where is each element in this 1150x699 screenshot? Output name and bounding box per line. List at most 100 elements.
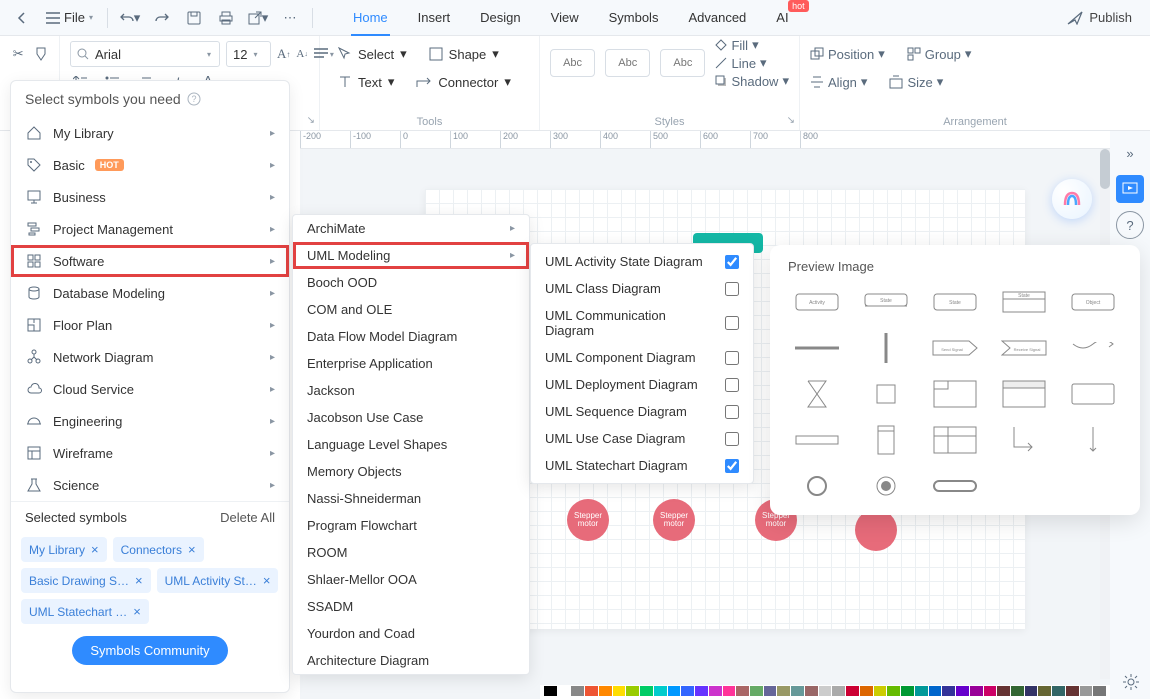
diagram-node[interactable]: Stepper motor — [653, 499, 695, 541]
line-button[interactable]: Line▾ — [715, 55, 789, 71]
color-swatch[interactable] — [709, 686, 722, 696]
file-menu[interactable]: File ▾ — [40, 4, 99, 32]
selected-chip[interactable]: Connectors× — [113, 537, 204, 562]
back-button[interactable] — [8, 4, 36, 32]
connector-tool[interactable]: Connector▾ — [408, 69, 519, 95]
color-swatch[interactable] — [736, 686, 749, 696]
color-swatch[interactable] — [695, 686, 708, 696]
style-swatch-2[interactable]: Abc — [605, 49, 650, 77]
size-button[interactable]: Size▾ — [889, 74, 943, 90]
print-button[interactable] — [212, 4, 240, 32]
uml-submenu-item[interactable]: UML Deployment Diagram — [531, 371, 753, 398]
software-submenu-item[interactable]: Language Level Shapes — [293, 431, 529, 458]
uml-submenu-item[interactable]: UML Component Diagram — [531, 344, 753, 371]
category-item[interactable]: Wireframe ▸ — [11, 437, 289, 469]
tab-design[interactable]: Design — [478, 0, 522, 36]
color-swatch[interactable] — [544, 686, 557, 696]
uml-submenu-item[interactable]: UML Activity State Diagram — [531, 248, 753, 275]
software-submenu-item[interactable]: Memory Objects — [293, 458, 529, 485]
fill-button[interactable]: Fill▾ — [715, 37, 789, 53]
submenu-checkbox[interactable] — [725, 351, 739, 365]
color-swatch[interactable] — [819, 686, 832, 696]
category-item[interactable]: Science ▸ — [11, 469, 289, 501]
color-swatch[interactable] — [750, 686, 763, 696]
ai-assistant-badge[interactable] — [1052, 179, 1092, 219]
uml-submenu-item[interactable]: UML Statechart Diagram — [531, 452, 753, 479]
submenu-checkbox[interactable] — [725, 432, 739, 446]
color-swatch[interactable] — [1011, 686, 1024, 696]
align-button[interactable]: Align▾ — [810, 74, 867, 90]
software-submenu-item[interactable]: Yourdon and Coad — [293, 620, 529, 647]
category-item[interactable]: Business ▸ — [11, 181, 289, 213]
color-swatch[interactable] — [1080, 686, 1093, 696]
redo-button[interactable] — [148, 4, 176, 32]
select-tool[interactable]: Select▾ — [330, 41, 415, 67]
tab-view[interactable]: View — [549, 0, 581, 36]
color-swatch[interactable] — [571, 686, 584, 696]
category-item[interactable]: Network Diagram ▸ — [11, 341, 289, 373]
shadow-button[interactable]: Shadow▾ — [715, 73, 789, 89]
submenu-checkbox[interactable] — [725, 282, 739, 296]
selected-chip[interactable]: Basic Drawing S…× — [21, 568, 151, 593]
category-item[interactable]: Project Management ▸ — [11, 213, 289, 245]
diagram-node[interactable]: Stepper motor — [567, 499, 609, 541]
software-submenu-item[interactable]: Architecture Diagram — [293, 647, 529, 674]
software-submenu-item[interactable]: UML Modeling▸ — [293, 242, 529, 269]
submenu-checkbox[interactable] — [725, 316, 739, 330]
color-swatch[interactable] — [599, 686, 612, 696]
color-swatch[interactable] — [585, 686, 598, 696]
color-swatch[interactable] — [681, 686, 694, 696]
diagram-node[interactable] — [855, 509, 897, 551]
chip-remove[interactable]: × — [188, 542, 196, 557]
increase-font[interactable]: A↑ — [277, 41, 290, 67]
shape-tool[interactable]: Shape▾ — [421, 41, 507, 67]
publish-button[interactable]: Publish — [1067, 10, 1142, 25]
software-submenu-item[interactable]: Booch OOD — [293, 269, 529, 296]
category-item[interactable]: Software ▸ — [11, 245, 289, 277]
text-tool[interactable]: Text▾ — [330, 69, 402, 95]
category-item[interactable]: Floor Plan ▸ — [11, 309, 289, 341]
color-swatch[interactable] — [1066, 686, 1079, 696]
format-painter[interactable] — [33, 41, 50, 67]
tab-advanced[interactable]: Advanced — [686, 0, 748, 36]
software-submenu-item[interactable]: SSADM — [293, 593, 529, 620]
category-item[interactable]: Database Modeling ▸ — [11, 277, 289, 309]
color-swatch[interactable] — [846, 686, 859, 696]
color-swatch[interactable] — [956, 686, 969, 696]
software-submenu-item[interactable]: Nassi-Shneiderman — [293, 485, 529, 512]
color-swatch[interactable] — [984, 686, 997, 696]
color-swatch[interactable] — [1052, 686, 1065, 696]
expand-rail[interactable]: » — [1116, 139, 1144, 167]
submenu-checkbox[interactable] — [725, 459, 739, 473]
selected-chip[interactable]: UML Activity St…× — [157, 568, 279, 593]
delete-all-button[interactable]: Delete All — [220, 510, 275, 525]
decrease-font[interactable]: A↓ — [296, 41, 307, 67]
chip-remove[interactable]: × — [133, 604, 141, 619]
presentation-mode[interactable] — [1116, 175, 1144, 203]
color-swatch[interactable] — [668, 686, 681, 696]
color-swatch[interactable] — [874, 686, 887, 696]
color-swatch[interactable] — [942, 686, 955, 696]
software-submenu-item[interactable]: COM and OLE — [293, 296, 529, 323]
color-swatch[interactable] — [915, 686, 928, 696]
chip-remove[interactable]: × — [135, 573, 143, 588]
color-swatch[interactable] — [997, 686, 1010, 696]
category-item[interactable]: Cloud Service ▸ — [11, 373, 289, 405]
tab-ai[interactable]: AIhot — [774, 0, 790, 36]
settings-button[interactable] — [1122, 673, 1140, 691]
software-submenu-item[interactable]: Program Flowchart — [293, 512, 529, 539]
undo-button[interactable]: ▾ — [116, 4, 144, 32]
selected-chip[interactable]: My Library× — [21, 537, 107, 562]
software-submenu-item[interactable]: ArchiMate▸ — [293, 215, 529, 242]
export-button[interactable]: ▾ — [244, 4, 272, 32]
tab-home[interactable]: Home — [351, 0, 390, 36]
color-swatch[interactable] — [832, 686, 845, 696]
help-icon[interactable]: ? — [187, 92, 201, 106]
color-swatch[interactable] — [558, 686, 571, 696]
software-submenu-item[interactable]: Enterprise Application — [293, 350, 529, 377]
software-submenu-item[interactable]: ROOM — [293, 539, 529, 566]
color-swatch[interactable] — [1093, 686, 1106, 696]
software-submenu-item[interactable]: Jackson — [293, 377, 529, 404]
color-swatch[interactable] — [654, 686, 667, 696]
selected-chip[interactable]: UML Statechart …× — [21, 599, 149, 624]
